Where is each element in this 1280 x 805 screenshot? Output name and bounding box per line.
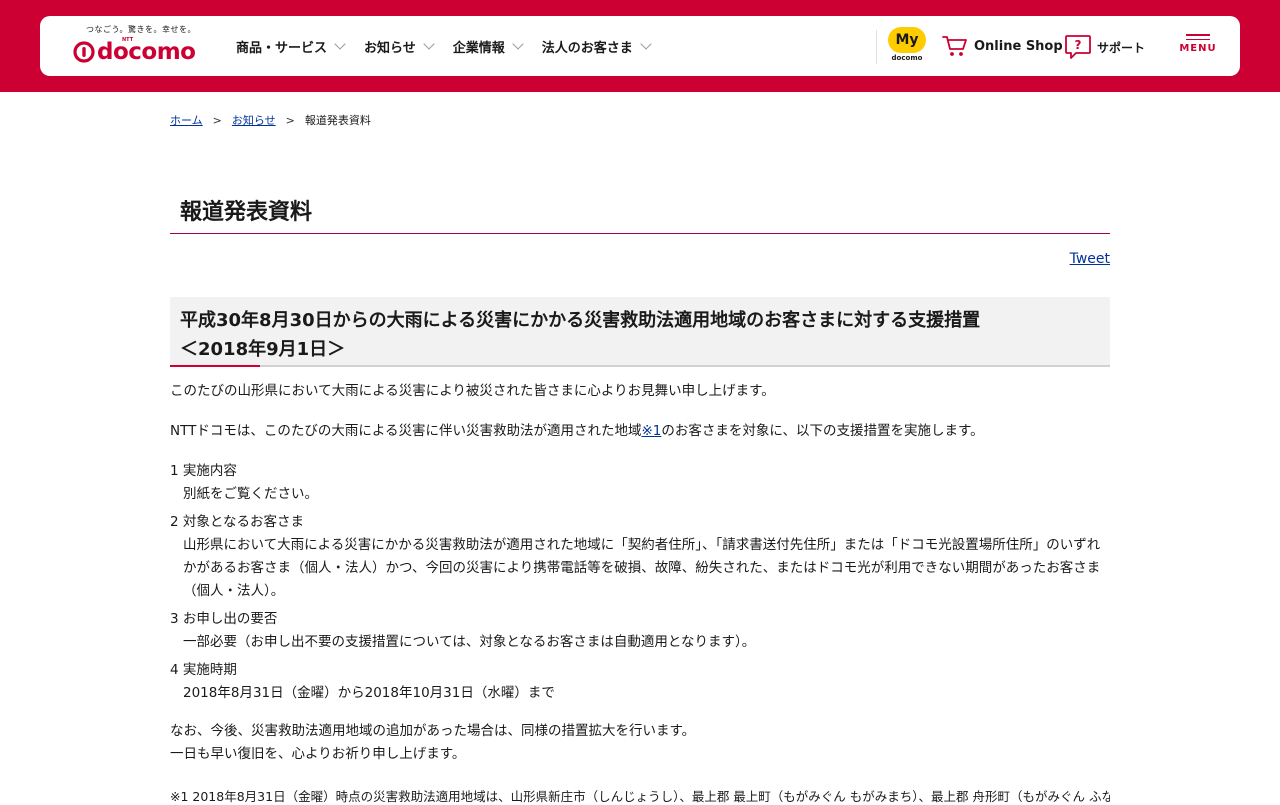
logo-wordmark-text: docomo xyxy=(97,39,196,65)
support-label: サポート xyxy=(1097,40,1146,55)
page-title: 報道発表資料 xyxy=(180,200,313,225)
article-title: 平成30年8月30日からの大雨による災害にかかる災害救助法適用地域のお客さまに対… xyxy=(180,306,1100,364)
nav-label: 企業情報 xyxy=(452,40,505,56)
main-nav: 商品・サービス お知らせ 企業情報 法人のお客さま xyxy=(236,16,670,76)
nav-corporate[interactable]: 企業情報 xyxy=(452,37,524,56)
breadcrumb: ホーム > お知らせ > 報道発表資料 xyxy=(170,112,371,128)
header-divider xyxy=(876,30,877,64)
article-header: 平成30年8月30日からの大雨による災害にかかる災害救助法適用地域のお客さまに対… xyxy=(170,297,1110,367)
list-item: 1 実施内容 別紙をご覧ください。 xyxy=(170,460,1110,506)
chevron-down-icon xyxy=(334,38,346,50)
svg-text:?: ? xyxy=(1075,38,1082,52)
cart-icon xyxy=(942,36,967,56)
list-item-text: 山形県において大雨による災害にかかる災害救助法が適用された地域に「契約者住所」、… xyxy=(183,537,1101,599)
nav-label: 商品・サービス xyxy=(236,40,328,56)
title-accent-bar xyxy=(170,365,260,367)
my-sub-label: docomo xyxy=(891,54,923,62)
list-item-heading: 4 実施時期 xyxy=(170,662,237,678)
chevron-down-icon xyxy=(512,38,524,50)
nav-label: 法人のお客さま xyxy=(541,40,633,56)
online-shop-label: Online Shop xyxy=(974,38,1063,54)
closing-paragraph: 一日も早い復旧を、心よりお祈り申し上げます。 xyxy=(170,746,466,762)
list-item-text: 別紙をご覧ください。 xyxy=(183,486,318,502)
docomo-ring-icon xyxy=(73,41,95,63)
nav-business[interactable]: 法人のお客さま xyxy=(541,37,652,56)
list-item-text: 一部必要（お申し出不要の支援措置については、対象となるお客さまは自動適用となりま… xyxy=(183,634,756,650)
menu-label: MENU xyxy=(1179,43,1217,54)
nav-label: お知らせ xyxy=(364,40,416,56)
breadcrumb-current: 報道発表資料 xyxy=(304,114,371,127)
logo-wordmark: docomo xyxy=(73,39,196,65)
list-item-heading: 1 実施内容 xyxy=(170,463,237,479)
docomo-logo[interactable]: つなごう。驚きを。幸せを。 NTT docomo xyxy=(73,24,203,68)
logo-tagline: つなごう。驚きを。幸せを。 xyxy=(86,25,197,34)
lead-text-after: のお客さまを対象に、以下の支援措置を実施します。 xyxy=(661,423,984,439)
article-body: このたびの山形県において大雨による災害により被災された皆さまに心よりお見舞い申し… xyxy=(170,380,1110,766)
list-item: 3 お申し出の要否 一部必要（お申し出不要の支援措置については、対象となるお客さ… xyxy=(170,608,1110,654)
support-link[interactable]: ? サポート xyxy=(1064,34,1145,60)
list-item-text: 2018年8月31日（金曜）から2018年10月31日（水曜）まで xyxy=(183,685,555,701)
tweet-link[interactable]: Tweet xyxy=(1070,251,1110,267)
breadcrumb-separator: > xyxy=(285,113,295,127)
my-docomo-button[interactable]: My docomo xyxy=(888,27,926,65)
lead-paragraph: NTTドコモは、このたびの大雨による災害に伴い災害救助法が適用された地域※1のお… xyxy=(170,420,1110,443)
article-title-text: 平成30年8月30日からの大雨による災害にかかる災害救助法適用地域のお客さまに対… xyxy=(180,310,981,331)
breadcrumb-home[interactable]: ホーム xyxy=(170,112,203,128)
help-bubble-icon: ? xyxy=(1065,35,1091,59)
list-item: 4 実施時期 2018年8月31日（金曜）から2018年10月31日（水曜）まで xyxy=(170,659,1110,705)
chevron-down-icon xyxy=(423,38,435,50)
lead-text-before: NTTドコモは、このたびの大雨による災害に伴い災害救助法が適用された地域 xyxy=(170,423,642,439)
breadcrumb-separator: > xyxy=(212,113,222,127)
article-date: ＜2018年9月1日＞ xyxy=(180,339,346,360)
footnote: ※1 2018年8月31日（金曜）時点の災害救助法適用地域は、山形県新庄市（しん… xyxy=(170,789,1110,804)
list-item: 2 対象となるお客さま 山形県において大雨による災害にかかる災害救助法が適用され… xyxy=(170,511,1110,603)
menu-button[interactable]: MENU xyxy=(1176,34,1220,54)
closing-paragraph: なお、今後、災害救助法適用地域の追加があった場合は、同様の措置拡大を行います。 xyxy=(170,723,696,739)
online-shop-link[interactable]: Online Shop xyxy=(942,34,1063,58)
site-header: つなごう。驚きを。幸せを。 NTT docomo 商品・サービス お知らせ 企業… xyxy=(40,16,1240,76)
title-divider xyxy=(170,233,1110,234)
hamburger-icon xyxy=(1176,34,1220,40)
list-item-heading: 2 対象となるお客さま xyxy=(170,514,304,530)
intro-paragraph: このたびの山形県において大雨による災害により被災された皆さまに心よりお見舞い申し… xyxy=(170,383,775,399)
nav-news[interactable]: お知らせ xyxy=(364,37,435,56)
chevron-down-icon xyxy=(640,38,652,50)
nav-products-services[interactable]: 商品・サービス xyxy=(236,37,346,56)
list-item-heading: 3 お申し出の要否 xyxy=(170,611,278,627)
breadcrumb-news[interactable]: お知らせ xyxy=(232,112,276,128)
my-badge: My xyxy=(888,27,926,53)
footnote-link[interactable]: ※1 xyxy=(641,423,661,439)
